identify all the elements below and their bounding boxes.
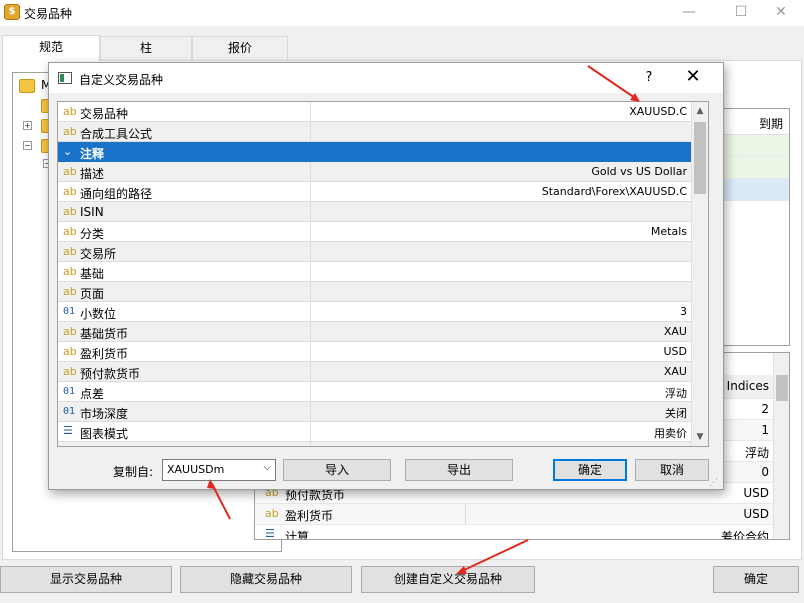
annotation-arrow [587, 65, 640, 102]
annotation-arrow [456, 539, 529, 574]
annotation-overlay [207, 65, 640, 574]
annotation-arrow [207, 479, 231, 520]
